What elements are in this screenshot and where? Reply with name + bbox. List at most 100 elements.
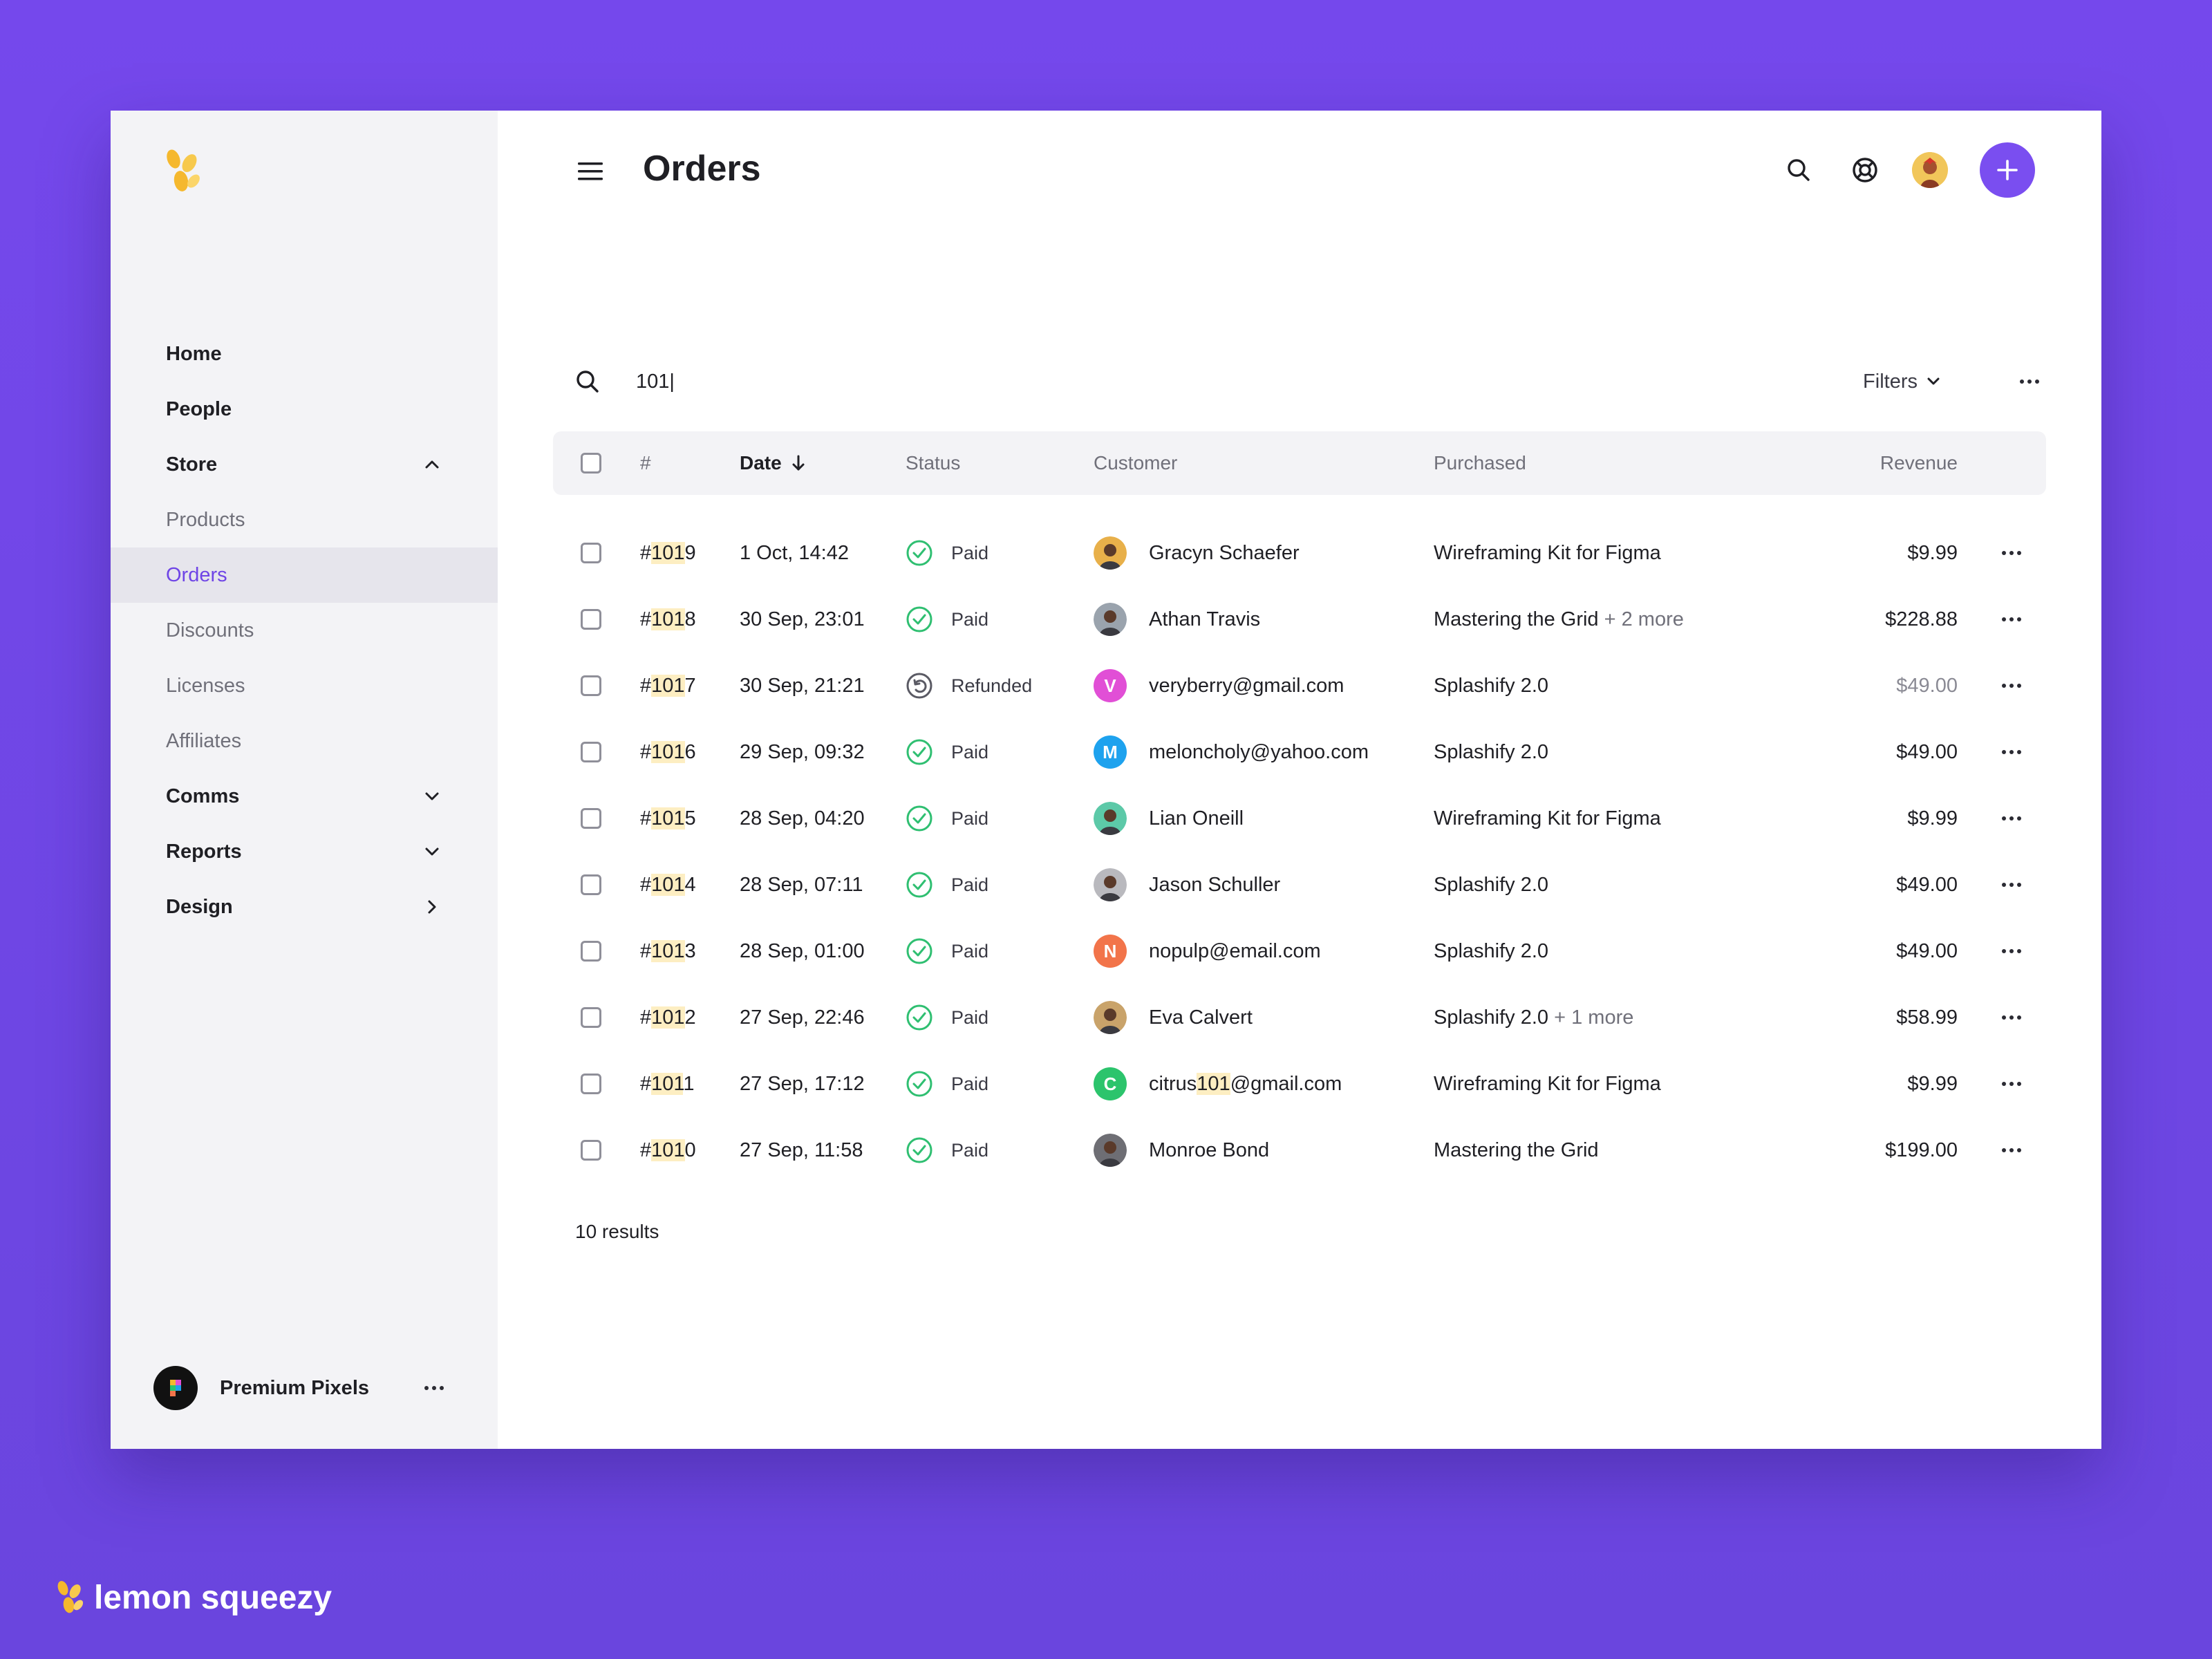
more-items-link[interactable]: + 2 more (1604, 608, 1684, 630)
customer-cell[interactable]: Gracyn Schaefer (1094, 536, 1300, 570)
order-id[interactable]: #1017 (640, 675, 696, 697)
order-date: 28 Sep, 01:00 (740, 940, 865, 963)
search-input[interactable] (636, 371, 1465, 393)
sidebar-item-orders[interactable]: Orders (111, 547, 498, 603)
table-row[interactable]: #101528 Sep, 04:20PaidLian OneillWirefra… (553, 785, 2046, 852)
customer-cell[interactable]: Ccitrus101@gmail.com (1094, 1067, 1342, 1100)
row-more-icon[interactable] (2002, 949, 2021, 953)
order-id[interactable]: #1010 (640, 1139, 696, 1162)
sidebar-item-label: Products (166, 509, 245, 532)
search-icon[interactable] (1782, 153, 1815, 187)
sidebar-item-licenses[interactable]: Licenses (111, 658, 498, 713)
table-row[interactable]: #101830 Sep, 23:01PaidAthan TravisMaster… (553, 586, 2046, 653)
row-checkbox[interactable] (581, 808, 601, 829)
row-more-icon[interactable] (2002, 1082, 2021, 1086)
sidebar-item-discounts[interactable]: Discounts (111, 603, 498, 658)
table-row[interactable]: #101730 Sep, 21:21RefundedVveryberry@gma… (553, 653, 2046, 719)
orders-table-body: #10191 Oct, 14:42PaidGracyn SchaeferWire… (553, 520, 2046, 1183)
row-checkbox[interactable] (581, 1074, 601, 1094)
customer-cell[interactable]: Nnopulp@email.com (1094, 935, 1321, 968)
chevron-down-icon[interactable] (422, 786, 442, 807)
customer-cell[interactable]: Monroe Bond (1094, 1134, 1269, 1167)
order-id[interactable]: #1018 (640, 608, 696, 631)
row-checkbox[interactable] (581, 675, 601, 696)
purchased-cell: Wireframing Kit for Figma (1434, 1073, 1661, 1096)
row-checkbox[interactable] (581, 609, 601, 630)
more-items-link[interactable]: + 1 more (1554, 1006, 1633, 1029)
table-row[interactable]: #101428 Sep, 07:11PaidJason SchullerSpla… (553, 852, 2046, 918)
customer-cell[interactable]: Jason Schuller (1094, 868, 1280, 901)
customer-cell[interactable]: Mmeloncholy@yahoo.com (1094, 735, 1369, 769)
product-name: Wireframing Kit for Figma (1434, 1073, 1661, 1095)
row-checkbox[interactable] (581, 1140, 601, 1161)
sidebar-item-home[interactable]: Home (111, 326, 498, 382)
plus-icon[interactable] (1980, 142, 2035, 198)
column-customer[interactable]: Customer (1094, 452, 1177, 474)
sidebar-item-comms[interactable]: Comms (111, 769, 498, 824)
column-date[interactable]: Date (740, 452, 807, 474)
revenue-value: $199.00 (1885, 1139, 1958, 1162)
row-checkbox[interactable] (581, 742, 601, 762)
order-id[interactable]: #1015 (640, 807, 696, 830)
order-id[interactable]: #1014 (640, 874, 696, 897)
column-number[interactable]: # (640, 452, 651, 474)
sidebar-item-store[interactable]: Store (111, 437, 498, 492)
purchased-cell: Splashify 2.0 (1434, 874, 1548, 897)
customer-cell[interactable]: Vveryberry@gmail.com (1094, 669, 1344, 702)
row-more-icon[interactable] (2002, 816, 2021, 821)
lifebuoy-icon[interactable] (1848, 153, 1882, 187)
table-row[interactable]: #101227 Sep, 22:46PaidEva CalvertSplashi… (553, 984, 2046, 1051)
chevron-right-icon[interactable] (422, 897, 442, 917)
row-checkbox[interactable] (581, 874, 601, 895)
sidebar-item-products[interactable]: Products (111, 492, 498, 547)
row-more-icon[interactable] (2002, 684, 2021, 688)
column-purchased[interactable]: Purchased (1434, 452, 1526, 474)
customer-cell[interactable]: Eva Calvert (1094, 1001, 1253, 1034)
row-more-icon[interactable] (2002, 1015, 2021, 1020)
filters-dropdown[interactable]: Filters (1863, 371, 1942, 393)
sidebar-item-people[interactable]: People (111, 382, 498, 437)
row-checkbox[interactable] (581, 543, 601, 563)
order-id[interactable]: #1019 (640, 542, 696, 565)
column-revenue[interactable]: Revenue (1880, 452, 1958, 474)
workspace-switcher[interactable]: Premium Pixels (153, 1365, 444, 1412)
column-status[interactable]: Status (906, 452, 960, 474)
order-id[interactable]: #1016 (640, 741, 696, 764)
table-row[interactable]: #101127 Sep, 17:12PaidCcitrus101@gmail.c… (553, 1051, 2046, 1117)
sidebar-item-label: Discounts (166, 619, 254, 642)
row-more-icon[interactable] (2002, 617, 2021, 621)
workspace-logo-icon (153, 1366, 198, 1410)
hamburger-icon[interactable] (577, 159, 604, 184)
search-match: 101 (651, 741, 684, 763)
sidebar-item-affiliates[interactable]: Affiliates (111, 713, 498, 769)
row-more-icon[interactable] (2002, 551, 2021, 555)
row-more-icon[interactable] (2002, 750, 2021, 754)
workspace-more-icon[interactable] (424, 1386, 444, 1390)
lemon-logo-icon[interactable] (162, 149, 203, 195)
order-id[interactable]: #1011 (640, 1073, 695, 1096)
sidebar-item-reports[interactable]: Reports (111, 824, 498, 879)
purchased-cell: Mastering the Grid (1434, 1139, 1599, 1162)
table-row[interactable]: #101629 Sep, 09:32PaidMmeloncholy@yahoo.… (553, 719, 2046, 785)
status-label: Paid (951, 609, 988, 630)
row-checkbox[interactable] (581, 1007, 601, 1028)
row-more-icon[interactable] (2002, 883, 2021, 887)
chevron-down-icon (1924, 373, 1942, 391)
check-circle-icon (906, 937, 933, 965)
lemon-squeezy-logo-icon (54, 1580, 86, 1616)
order-id[interactable]: #1012 (640, 1006, 696, 1029)
user-avatar[interactable] (1912, 152, 1948, 188)
sidebar-item-design[interactable]: Design (111, 879, 498, 935)
customer-cell[interactable]: Athan Travis (1094, 603, 1260, 636)
table-row[interactable]: #10191 Oct, 14:42PaidGracyn SchaeferWire… (553, 520, 2046, 586)
row-checkbox[interactable] (581, 941, 601, 962)
order-id[interactable]: #1013 (640, 940, 696, 963)
table-row[interactable]: #101027 Sep, 11:58PaidMonroe BondMasteri… (553, 1117, 2046, 1183)
customer-cell[interactable]: Lian Oneill (1094, 802, 1244, 835)
toolbar-more-icon[interactable] (2020, 379, 2039, 384)
select-all-checkbox[interactable] (581, 453, 601, 474)
chevron-up-icon[interactable] (422, 454, 442, 475)
row-more-icon[interactable] (2002, 1148, 2021, 1152)
table-row[interactable]: #101328 Sep, 01:00PaidNnopulp@email.comS… (553, 918, 2046, 984)
chevron-down-icon[interactable] (422, 841, 442, 862)
